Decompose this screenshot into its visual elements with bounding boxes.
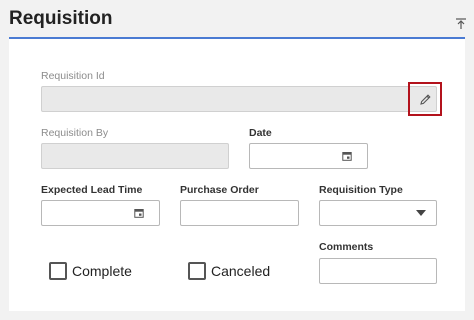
calendar-icon[interactable] bbox=[134, 208, 144, 218]
canceled-checkbox-box[interactable] bbox=[188, 262, 206, 280]
complete-checkbox-box[interactable] bbox=[49, 262, 67, 280]
requisition-form-panel: Requisition Id Requisition By Date Expec… bbox=[9, 39, 465, 311]
complete-checkbox[interactable]: Complete bbox=[49, 262, 132, 280]
collapse-up-icon[interactable] bbox=[455, 18, 467, 30]
edit-requisition-id-button[interactable] bbox=[408, 82, 442, 116]
comments-field[interactable] bbox=[319, 258, 437, 284]
complete-checkbox-label: Complete bbox=[72, 263, 132, 279]
pencil-icon bbox=[420, 94, 431, 105]
requisition-id-field bbox=[41, 86, 437, 112]
requisition-type-select[interactable] bbox=[319, 200, 437, 226]
section-header: Requisition bbox=[0, 0, 474, 40]
section-title: Requisition bbox=[9, 8, 113, 29]
requisition-by-label: Requisition By bbox=[41, 127, 109, 139]
requisition-by-field bbox=[41, 143, 229, 169]
canceled-checkbox[interactable]: Canceled bbox=[188, 262, 270, 280]
requisition-type-label: Requisition Type bbox=[319, 184, 403, 196]
canceled-checkbox-label: Canceled bbox=[211, 263, 271, 279]
purchase-order-field[interactable] bbox=[180, 200, 299, 226]
requisition-id-label: Requisition Id bbox=[41, 70, 105, 82]
comments-label: Comments bbox=[319, 241, 374, 253]
date-label: Date bbox=[249, 127, 272, 139]
expected-lead-time-label: Expected Lead Time bbox=[41, 184, 143, 196]
purchase-order-label: Purchase Order bbox=[180, 184, 259, 196]
calendar-icon[interactable] bbox=[342, 151, 352, 161]
